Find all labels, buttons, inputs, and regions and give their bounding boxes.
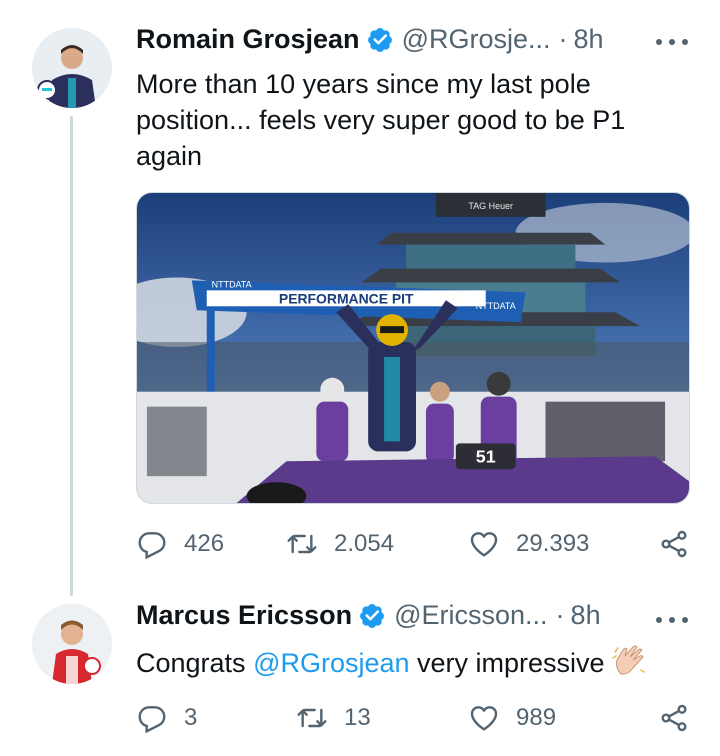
tweet-actions: 3 13 989	[136, 698, 696, 738]
tweet-header: Marcus Ericsson @Ericsson... · 8h	[136, 600, 601, 631]
like-button[interactable]: 29.393	[468, 524, 589, 564]
tweet-text-part: Congrats	[136, 648, 254, 678]
retweet-button[interactable]: 13	[296, 698, 371, 738]
verified-badge-icon	[358, 602, 386, 630]
share-button[interactable]	[658, 528, 690, 560]
tweet-time[interactable]: 8h	[574, 24, 604, 55]
reply-icon	[138, 532, 166, 560]
reply-count: 426	[184, 530, 225, 557]
retweet-icon	[287, 534, 317, 554]
like-icon	[470, 532, 498, 557]
separator-dot: ·	[558, 24, 568, 54]
like-count: 989	[516, 704, 557, 731]
more-icon[interactable]	[656, 32, 688, 52]
car-number-text: 51	[476, 446, 496, 466]
avatar-marcus-image	[32, 604, 112, 684]
banner-text: PERFORMANCE PIT	[279, 290, 414, 306]
like-count: 29.393	[516, 530, 590, 557]
sponsor-text-left: NTTDATA	[212, 279, 252, 289]
share-icon	[661, 704, 687, 732]
tweet-media-photo[interactable]: TAG Heuer PERFORMANCE PIT NTTDATA NTTDAT…	[136, 192, 690, 504]
author-handle[interactable]: @Ericsson...	[394, 600, 547, 631]
share-icon	[661, 530, 687, 558]
tweet-text: Congrats @RGrosjean very impressive	[136, 644, 696, 681]
author-handle[interactable]: @RGrosje...	[402, 24, 551, 55]
tweet-text: More than 10 years since my last pole po…	[136, 69, 626, 171]
tower-brand-text: TAG Heuer	[468, 201, 513, 211]
retweet-count: 13	[344, 704, 371, 731]
tweet-actions: 426 2.054 29.393	[136, 524, 696, 564]
author-name[interactable]: Romain Grosjean	[136, 24, 360, 55]
retweet-icon	[297, 708, 327, 728]
tweet-time[interactable]: 8h	[571, 600, 601, 631]
like-icon	[470, 706, 498, 731]
reply-count: 3	[184, 704, 198, 731]
reply-button[interactable]: 3	[136, 698, 197, 738]
verified-badge-icon	[366, 26, 394, 54]
avatar-romain[interactable]	[32, 28, 112, 108]
separator-dot: ·	[555, 600, 565, 630]
tweet-text-part: very impressive	[409, 648, 605, 678]
pole-celebration-photo: TAG Heuer PERFORMANCE PIT NTTDATA NTTDAT…	[137, 193, 689, 503]
thread-line	[70, 116, 73, 596]
retweet-button[interactable]: 2.054	[286, 524, 394, 564]
sponsor-text-right: NTTDATA	[476, 301, 516, 311]
reply-icon	[138, 706, 166, 734]
author-name[interactable]: Marcus Ericsson	[136, 600, 352, 631]
clapping-hands-icon	[611, 644, 647, 678]
avatar-marcus[interactable]	[32, 604, 112, 684]
avatar-romain-image	[32, 28, 112, 108]
like-button[interactable]: 989	[468, 698, 556, 738]
share-button[interactable]	[658, 702, 690, 734]
mention-link[interactable]: @RGrosjean	[253, 648, 409, 678]
retweet-count: 2.054	[334, 530, 395, 557]
reply-button[interactable]: 426	[136, 524, 224, 564]
more-icon[interactable]	[656, 610, 688, 630]
tweet-header: Romain Grosjean @RGrosje... · 8h	[136, 24, 604, 55]
